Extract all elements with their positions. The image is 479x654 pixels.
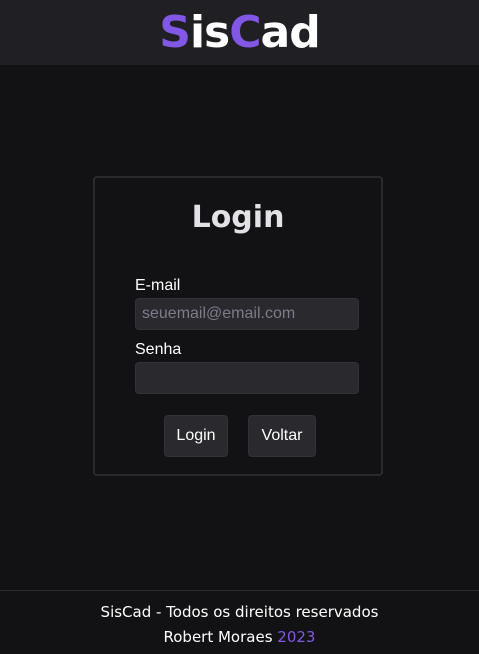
siscad-logo[interactable]: SisCad xyxy=(159,10,320,55)
logo-text-is: is xyxy=(189,6,230,58)
logo-text-ad: ad xyxy=(260,6,321,58)
copyright-text: SisCad - Todos os direitos reservados xyxy=(100,603,379,621)
email-field[interactable] xyxy=(135,298,359,330)
app-header: SisCad xyxy=(0,0,479,65)
back-button[interactable]: Voltar xyxy=(248,415,316,457)
password-label: Senha xyxy=(135,341,182,358)
logo-letter-c: C xyxy=(229,6,261,58)
login-button[interactable]: Login xyxy=(164,415,228,457)
login-card: Login E-mail Senha Login Voltar xyxy=(93,176,383,476)
logo-letter-s: S xyxy=(159,6,191,58)
login-title: Login xyxy=(191,200,285,235)
password-field[interactable] xyxy=(135,362,359,394)
author-credit: Robert Moraes 2023 xyxy=(0,628,479,646)
email-label: E-mail xyxy=(135,277,181,294)
author-name: Robert Moraes xyxy=(163,628,273,646)
app-footer: SisCad - Todos os direitos reservados Ro… xyxy=(0,590,479,654)
copyright-year: 2023 xyxy=(277,628,316,646)
